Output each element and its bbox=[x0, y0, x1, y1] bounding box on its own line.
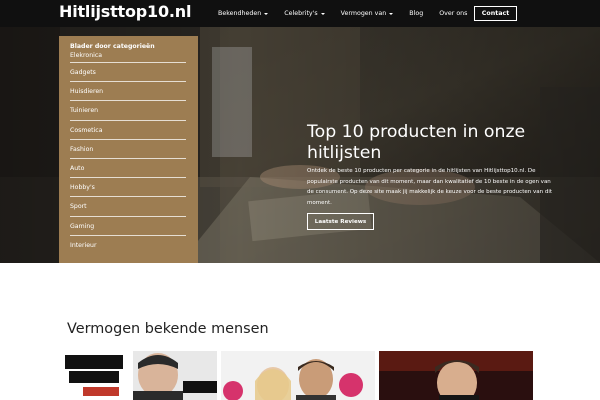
category-item-hobbys[interactable]: Hobby's bbox=[70, 178, 186, 198]
site-logo[interactable]: Hitlijsttop10.nl bbox=[59, 2, 191, 21]
nav-label: Celebrity's bbox=[284, 10, 318, 17]
category-item-interieur[interactable]: Interieur bbox=[70, 236, 186, 255]
nav-label: Blog bbox=[409, 10, 424, 17]
nav-label: Vermogen van bbox=[340, 10, 387, 17]
latest-reviews-button[interactable]: Laatste Reviews bbox=[307, 213, 374, 230]
category-item-tuinieren[interactable]: Tuinieren bbox=[70, 101, 186, 121]
main-nav: Bekendheden Celebrity's Vermogen van Blo… bbox=[218, 0, 483, 27]
contact-button[interactable]: Contact bbox=[474, 6, 517, 21]
category-item-cosmetica[interactable]: Cosmetica bbox=[70, 121, 186, 140]
nav-label: Bekendheden bbox=[218, 10, 262, 17]
nav-item-over-ons[interactable]: Over ons bbox=[439, 10, 467, 17]
nav-label: Over ons bbox=[439, 10, 468, 17]
nav-item-celebritys[interactable]: Celebrity's bbox=[284, 10, 325, 17]
chevron-down-icon bbox=[264, 12, 269, 15]
celebrity-card-image[interactable] bbox=[63, 351, 217, 400]
category-item-sport[interactable]: Sport bbox=[70, 197, 186, 217]
hero-text-block: Top 10 producten in onze hitlijsten Ontd… bbox=[307, 122, 552, 230]
category-item-huisdieren[interactable]: Huisdieren bbox=[70, 82, 186, 102]
chevron-down-icon bbox=[389, 12, 394, 15]
celebrity-photo bbox=[379, 351, 533, 400]
section-title: Vermogen bekende mensen bbox=[67, 321, 269, 337]
chevron-down-icon bbox=[320, 12, 325, 15]
category-item-elekronica[interactable]: Elekronica bbox=[70, 51, 186, 63]
category-item-fashion[interactable]: Fashion bbox=[70, 140, 186, 159]
category-item-gaming[interactable]: Gaming bbox=[70, 217, 186, 236]
hero-title: Top 10 producten in onze hitlijsten bbox=[307, 122, 526, 163]
site-header: Hitlijsttop10.nl Bekendheden Celebrity's… bbox=[0, 0, 600, 27]
category-item-auto[interactable]: Auto bbox=[70, 159, 186, 179]
nav-item-vermogen-van[interactable]: Vermogen van bbox=[341, 10, 394, 17]
celebrity-card-image[interactable] bbox=[379, 351, 533, 400]
category-heading: Blader door categorieën bbox=[70, 43, 155, 50]
celebrity-photo bbox=[63, 351, 217, 400]
category-panel: Blader door categorieën Elekronica Gadge… bbox=[59, 36, 198, 263]
nav-item-blog[interactable]: Blog bbox=[409, 10, 423, 17]
nav-item-bekendheden[interactable]: Bekendheden bbox=[218, 10, 269, 17]
celebrity-card-image[interactable] bbox=[221, 351, 375, 400]
celebrity-photo bbox=[221, 351, 375, 400]
category-item-gadgets[interactable]: Gadgets bbox=[70, 63, 186, 83]
hero-description: Ontdek de beste 10 producten per categor… bbox=[307, 168, 552, 206]
